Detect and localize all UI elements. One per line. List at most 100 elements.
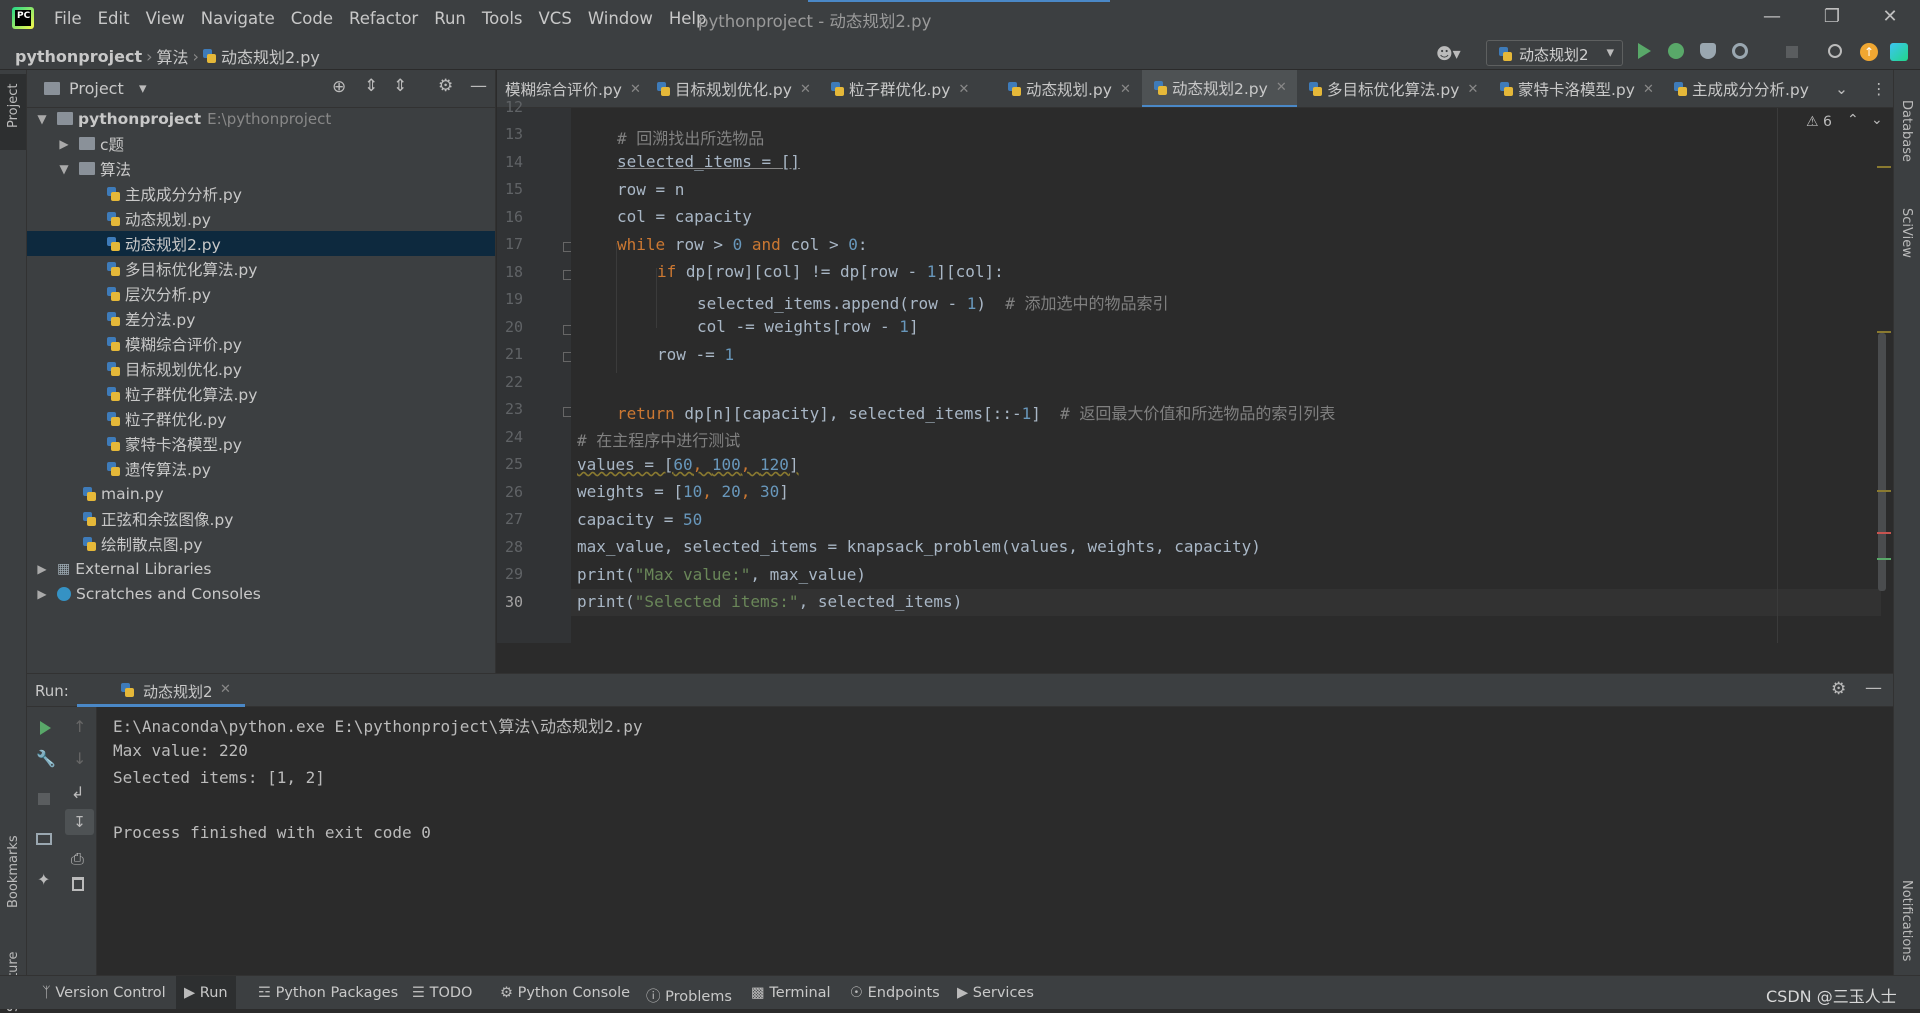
menu-edit[interactable]: Edit xyxy=(98,9,130,28)
run-tab[interactable]: 动态规划2 ✕ xyxy=(77,674,245,707)
minimize-button[interactable]: — xyxy=(1752,6,1792,30)
endpoints-button[interactable]: ☉ Endpoints xyxy=(850,985,940,1001)
coverage-icon[interactable] xyxy=(1700,43,1716,59)
tree-item-file[interactable]: 粒子群优化.py xyxy=(27,406,496,431)
bookmarks-strip-label[interactable]: Bookmarks xyxy=(6,835,21,908)
close-icon[interactable]: ✕ xyxy=(630,82,641,97)
soft-wrap-icon[interactable]: ↲ xyxy=(71,783,84,802)
close-button[interactable]: ✕ xyxy=(1870,6,1910,30)
services-button[interactable]: ▶ Services xyxy=(957,985,1034,1001)
gear-icon[interactable]: ⚙ xyxy=(1831,679,1846,699)
tree-item-file[interactable]: 绘制散点图.py xyxy=(27,531,496,556)
tab-file[interactable]: 蒙特卡洛模型.py ✕ xyxy=(1500,70,1654,107)
version-control-button[interactable]: ᛉ Version Control xyxy=(42,985,166,1001)
close-icon[interactable]: ✕ xyxy=(220,682,231,697)
menu-tools[interactable]: Tools xyxy=(482,9,523,28)
close-icon[interactable]: ✕ xyxy=(800,82,811,97)
locate-icon[interactable]: ⊕ xyxy=(332,77,346,97)
chevron-down-icon[interactable]: ⌄ xyxy=(1871,112,1883,128)
tabs-dropdown-icon[interactable]: ⌄ xyxy=(1835,70,1848,107)
jetbrains-toolbox-icon[interactable] xyxy=(1890,43,1908,61)
close-icon[interactable]: ✕ xyxy=(1276,80,1287,95)
chevron-down-icon[interactable]: ▾ xyxy=(139,79,147,97)
inspection-count[interactable]: 6 xyxy=(1823,114,1832,130)
tree-item-file[interactable]: 粒子群优化算法.py xyxy=(27,381,496,406)
tree-item-scratches[interactable]: ▶ Scratches and Consoles xyxy=(27,581,496,606)
trash-icon[interactable] xyxy=(72,877,84,891)
warning-icon[interactable]: ⚠ xyxy=(1806,114,1819,130)
close-icon[interactable]: ✕ xyxy=(1120,82,1131,97)
scroll-to-end-icon[interactable]: ↧ xyxy=(65,809,94,835)
gear-icon[interactable]: ⚙ xyxy=(438,76,453,96)
python-packages-button[interactable]: ☲ Python Packages xyxy=(258,985,398,1001)
tree-item-file[interactable]: 正弦和余弦图像.py xyxy=(27,506,496,531)
search-icon[interactable] xyxy=(1828,44,1842,58)
menu-window[interactable]: Window xyxy=(588,9,653,28)
tree-item-suanfa[interactable]: ▼ 算法 xyxy=(27,156,496,181)
tab-file[interactable]: 主成成分分析.py xyxy=(1674,70,1809,107)
menu-refactor[interactable]: Refactor xyxy=(349,9,418,28)
tree-item-file[interactable]: main.py xyxy=(27,481,496,506)
debug-icon[interactable] xyxy=(1668,43,1684,59)
python-console-button[interactable]: ⚙ Python Console xyxy=(500,985,630,1001)
tree-item-file[interactable]: 多目标优化算法.py xyxy=(27,256,496,281)
restore-button[interactable]: ❐ xyxy=(1812,6,1852,30)
run-icon[interactable] xyxy=(1638,43,1651,59)
menu-file[interactable]: File xyxy=(54,9,82,28)
profile-icon[interactable] xyxy=(1732,43,1748,59)
breadcrumb-project[interactable]: pythonproject xyxy=(15,47,142,66)
arrow-up-icon[interactable]: ↑ xyxy=(73,717,86,736)
layout-icon[interactable] xyxy=(36,833,52,845)
run-tool-button[interactable]: ▶ Run xyxy=(176,976,236,1009)
tree-item-file[interactable]: 遗传算法.py xyxy=(27,456,496,481)
wrench-icon[interactable]: 🔧 xyxy=(36,749,56,768)
rerun-icon[interactable] xyxy=(40,721,51,735)
user-icon[interactable]: ☻▾ xyxy=(1436,44,1461,63)
run-configuration-select[interactable]: 动态规划2 ▾ xyxy=(1486,40,1623,66)
print-icon[interactable]: ⎙ xyxy=(71,849,84,869)
notifications-strip-label[interactable]: Notifications xyxy=(1899,880,1914,961)
tab-file[interactable]: 多目标优化算法.py ✕ xyxy=(1309,70,1478,107)
hide-panel-icon[interactable]: — xyxy=(1865,678,1882,698)
pin-icon[interactable]: ✦ xyxy=(37,870,50,889)
update-icon[interactable]: ↑ xyxy=(1860,43,1878,61)
tree-item-file[interactable]: 模糊综合评价.py xyxy=(27,331,496,356)
tree-item-file-selected[interactable]: 动态规划2.py xyxy=(27,231,495,256)
tree-item-file[interactable]: 层次分析.py xyxy=(27,281,496,306)
breadcrumb-file[interactable]: 动态规划2.py xyxy=(221,44,320,68)
tree-item-project-root[interactable]: ▼ pythonproject E:\pythonproject xyxy=(27,106,496,131)
menu-vcs[interactable]: VCS xyxy=(539,9,572,28)
breadcrumb-folder[interactable]: 算法 xyxy=(157,44,189,68)
menu-view[interactable]: View xyxy=(146,9,185,28)
more-options-icon[interactable]: ⋮ xyxy=(1871,70,1887,107)
scrollbar-thumb[interactable] xyxy=(1878,333,1886,591)
expand-all-icon[interactable]: ⇕ xyxy=(364,76,378,96)
tree-item-c[interactable]: ▶ c题 xyxy=(27,131,496,156)
terminal-button[interactable]: ▩ Terminal xyxy=(751,985,831,1001)
menu-code[interactable]: Code xyxy=(291,9,333,28)
tree-item-file[interactable]: 蒙特卡洛模型.py xyxy=(27,431,496,456)
run-toolbar-secondary: ↑ ↓ ↲ ↧ ⎙ xyxy=(62,707,97,975)
menu-navigate[interactable]: Navigate xyxy=(201,9,275,28)
close-icon[interactable]: ✕ xyxy=(1467,82,1478,97)
tree-item-external-libraries[interactable]: ▶ ▦ External Libraries xyxy=(27,556,496,581)
menu-run[interactable]: Run xyxy=(434,9,466,28)
code-editor[interactable]: # 回溯找出所选物品 selected_items = [] row = n c… xyxy=(571,108,1893,643)
close-icon[interactable]: ✕ xyxy=(1643,82,1654,97)
database-strip-label[interactable]: Database xyxy=(1899,100,1914,162)
tab-file-active[interactable]: 动态规划2.py ✕ xyxy=(1142,70,1297,107)
close-icon[interactable]: ✕ xyxy=(958,82,969,97)
tree-item-file[interactable]: 差分法.py xyxy=(27,306,496,331)
sciview-strip-label[interactable]: SciView xyxy=(1899,208,1914,258)
project-panel-title[interactable]: Project xyxy=(69,79,124,98)
collapse-all-icon[interactable]: ⇕ xyxy=(393,76,407,96)
tree-item-file[interactable]: 目标规划优化.py xyxy=(27,356,496,381)
arrow-down-icon[interactable]: ↓ xyxy=(73,749,86,768)
problems-button[interactable]: ⓘ Problems xyxy=(646,985,732,1006)
tree-item-file[interactable]: 动态规划.py xyxy=(27,206,496,231)
todo-button[interactable]: ☰ TODO xyxy=(412,985,472,1001)
hide-panel-icon[interactable]: — xyxy=(470,76,487,96)
project-strip-label[interactable]: Project xyxy=(6,84,21,128)
chevron-up-icon[interactable]: ⌃ xyxy=(1847,112,1859,128)
tree-item-file[interactable]: 主成成分分析.py xyxy=(27,181,496,206)
